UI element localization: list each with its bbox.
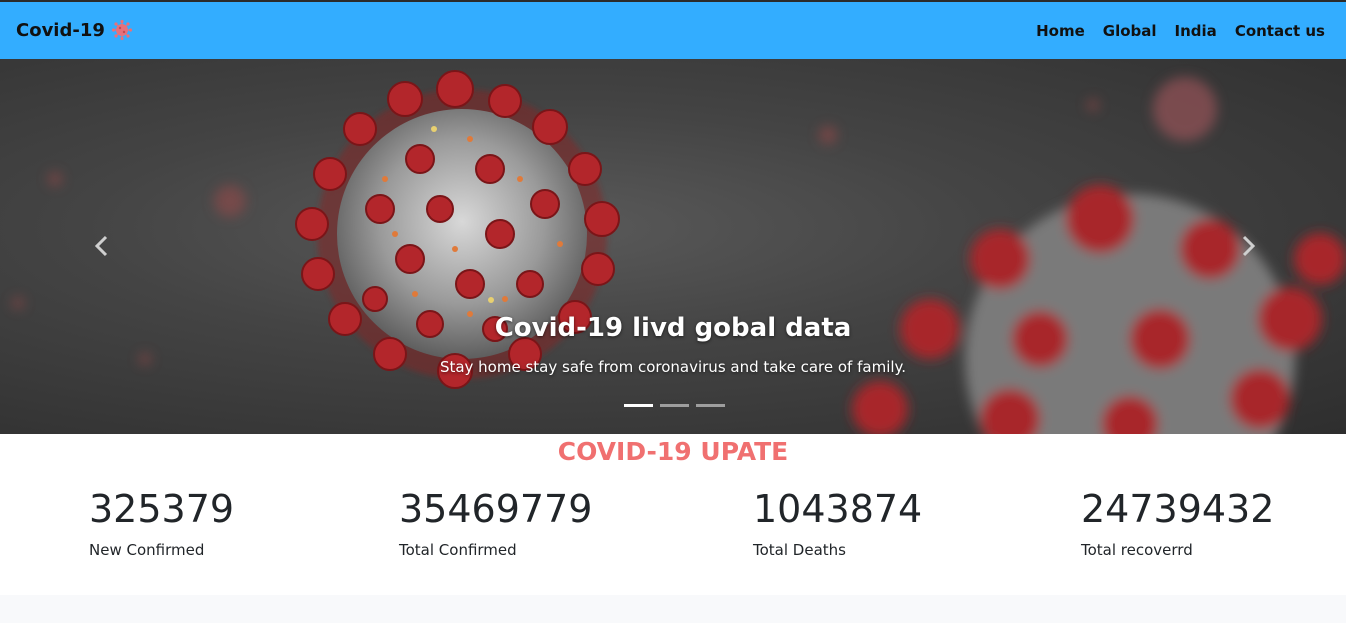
virus-icon [111, 19, 132, 41]
carousel-indicator-1[interactable] [624, 404, 653, 407]
nav-link-global[interactable]: Global [1103, 22, 1157, 40]
carousel-prev-icon[interactable] [90, 233, 114, 259]
nav-link-contact[interactable]: Contact us [1235, 22, 1325, 40]
carousel-indicator-2[interactable] [660, 404, 689, 407]
carousel-indicators [624, 404, 725, 407]
stat-label: Total recoverrd [1081, 541, 1193, 559]
carousel-next-icon[interactable] [1236, 233, 1260, 259]
stat-value: 325379 [89, 487, 235, 531]
coronavirus-image [12, 70, 1346, 434]
update-title: COVID-19 UPATE [557, 437, 789, 466]
brand-text: Covid-19 [16, 19, 105, 41]
nav-link-home[interactable]: Home [1036, 22, 1085, 40]
stat-total-deaths: 1043874 Total Deaths [753, 487, 922, 559]
navbar: Covid-19 Home Global India Contact us [0, 0, 1346, 59]
footer-band [0, 595, 1346, 623]
stat-value: 1043874 [753, 487, 923, 531]
stat-label: Total Deaths [753, 541, 846, 559]
stat-total-confirmed: 35469779 Total Confirmed [399, 487, 592, 559]
stat-label: Total Confirmed [399, 541, 517, 559]
stat-new-confirmed: 325379 New Confirmed [89, 487, 234, 559]
hero-carousel: Covid-19 livd gobal data Stay home stay … [0, 59, 1346, 434]
stat-value: 35469779 [399, 487, 593, 531]
stat-total-recovered: 24739432 Total recoverrd [1081, 487, 1274, 559]
nav-links: Home Global India Contact us [1036, 22, 1325, 40]
brand[interactable]: Covid-19 [16, 19, 133, 41]
carousel-title: Covid-19 livd gobal data [494, 313, 852, 343]
carousel-subtitle: Stay home stay safe from coronavirus and… [439, 358, 907, 376]
carousel-indicator-3[interactable] [696, 404, 725, 407]
nav-link-india[interactable]: India [1175, 22, 1217, 40]
stat-value: 24739432 [1081, 487, 1275, 531]
stat-label: New Confirmed [89, 541, 205, 559]
